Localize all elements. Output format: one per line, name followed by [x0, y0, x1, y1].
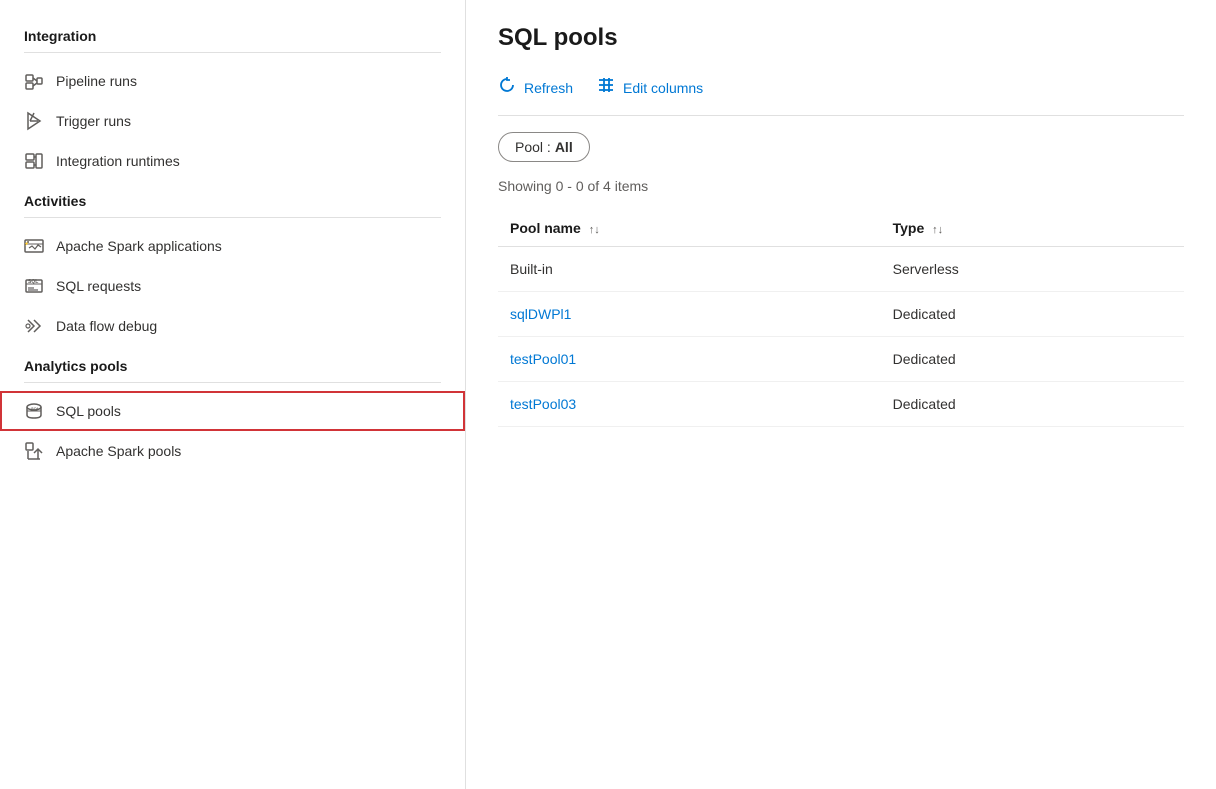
sidebar-item-label-data-flow-debug: Data flow debug [56, 318, 157, 334]
table-header-row: Pool name ↑↓ Type ↑↓ [498, 210, 1184, 247]
sql-pools-icon: SQL [24, 401, 44, 421]
column-label-pool-name: Pool name [510, 220, 581, 236]
sidebar-divider-analytics-pools [24, 382, 441, 383]
pool-filter-pill[interactable]: Pool : All [498, 132, 590, 162]
refresh-icon [498, 76, 516, 99]
table-body: Built-inServerlesssqlDWPl1DedicatedtestP… [498, 247, 1184, 427]
sidebar-divider-integration [24, 52, 441, 53]
sidebar-item-label-apache-spark-pools: Apache Spark pools [56, 443, 181, 459]
sidebar-item-pipeline-runs[interactable]: Pipeline runs [0, 61, 465, 101]
sort-icon-pool-name: ↑↓ [589, 224, 600, 236]
refresh-button[interactable]: Refresh [498, 72, 573, 103]
edit-columns-label: Edit columns [623, 80, 703, 96]
cell-pool-name-3[interactable]: testPool03 [498, 382, 881, 427]
sidebar-item-label-sql-requests: SQL requests [56, 278, 141, 294]
showing-text: Showing 0 - 0 of 4 items [498, 178, 1184, 194]
edit-columns-icon [597, 76, 615, 99]
table-row: sqlDWPl1Dedicated [498, 292, 1184, 337]
sidebar-section-title-analytics-pools: Analytics pools [0, 346, 465, 382]
sidebar-section-activities: Activities ⚡ Apache Spark applications [0, 181, 465, 346]
table-row: Built-inServerless [498, 247, 1184, 292]
column-label-type: Type [893, 220, 925, 236]
page-title: SQL pools [498, 24, 1184, 52]
table-row: testPool01Dedicated [498, 337, 1184, 382]
sidebar-item-sql-requests[interactable]: SQL SQL requests [0, 266, 465, 306]
sidebar-section-title-integration: Integration [0, 16, 465, 52]
sort-icon-type: ↑↓ [932, 224, 943, 236]
filter-label: Pool : [515, 139, 551, 155]
sidebar-item-trigger-runs[interactable]: Trigger runs [0, 101, 465, 141]
sidebar-section-analytics-pools: Analytics pools SQL SQL pools [0, 346, 465, 471]
cell-type-2: Dedicated [881, 337, 1184, 382]
cell-type-1: Dedicated [881, 292, 1184, 337]
sidebar-section-integration: Integration Pipeline runs [0, 16, 465, 181]
data-table: Pool name ↑↓ Type ↑↓ Built-inServerlesss… [498, 210, 1184, 427]
column-header-pool-name[interactable]: Pool name ↑↓ [498, 210, 881, 247]
sidebar-item-data-flow-debug[interactable]: Data flow debug [0, 306, 465, 346]
sidebar-item-apache-spark-pools[interactable]: Apache Spark pools [0, 431, 465, 471]
sidebar-item-label-integration-runtimes: Integration runtimes [56, 153, 180, 169]
cell-pool-name-2[interactable]: testPool01 [498, 337, 881, 382]
sidebar: Integration Pipeline runs [0, 0, 466, 789]
cell-pool-name-1[interactable]: sqlDWPl1 [498, 292, 881, 337]
trigger-icon [24, 111, 44, 131]
sidebar-item-label-sql-pools: SQL pools [56, 403, 121, 419]
dataflow-icon [24, 316, 44, 336]
sidebar-divider-activities [24, 217, 441, 218]
filter-value: All [555, 139, 573, 155]
svg-text:SQL: SQL [31, 406, 40, 411]
toolbar: Refresh Edit columns [498, 72, 1184, 116]
sidebar-item-label-pipeline-runs: Pipeline runs [56, 73, 137, 89]
refresh-label: Refresh [524, 80, 573, 96]
edit-columns-button[interactable]: Edit columns [597, 72, 703, 103]
table-row: testPool03Dedicated [498, 382, 1184, 427]
sidebar-item-integration-runtimes[interactable]: Integration runtimes [0, 141, 465, 181]
column-header-type[interactable]: Type ↑↓ [881, 210, 1184, 247]
main-content: SQL pools Refresh Edit colum [466, 0, 1216, 789]
cell-type-0: Serverless [881, 247, 1184, 292]
cell-pool-name-0: Built-in [498, 247, 881, 292]
sidebar-item-label-spark-applications: Apache Spark applications [56, 238, 222, 254]
sidebar-item-label-trigger-runs: Trigger runs [56, 113, 131, 129]
runtime-icon [24, 151, 44, 171]
sidebar-section-title-activities: Activities [0, 181, 465, 217]
sidebar-item-sql-pools[interactable]: SQL SQL pools [0, 391, 465, 431]
sidebar-item-apache-spark-applications[interactable]: ⚡ Apache Spark applications [0, 226, 465, 266]
cell-type-3: Dedicated [881, 382, 1184, 427]
pipeline-icon [24, 71, 44, 91]
sql-req-icon: SQL [24, 276, 44, 296]
spark-pools-icon [24, 441, 44, 461]
svg-text:⚡: ⚡ [24, 241, 29, 246]
spark-app-icon: ⚡ [24, 236, 44, 256]
filter-row: Pool : All [498, 132, 1184, 162]
svg-text:SQL: SQL [28, 279, 38, 285]
